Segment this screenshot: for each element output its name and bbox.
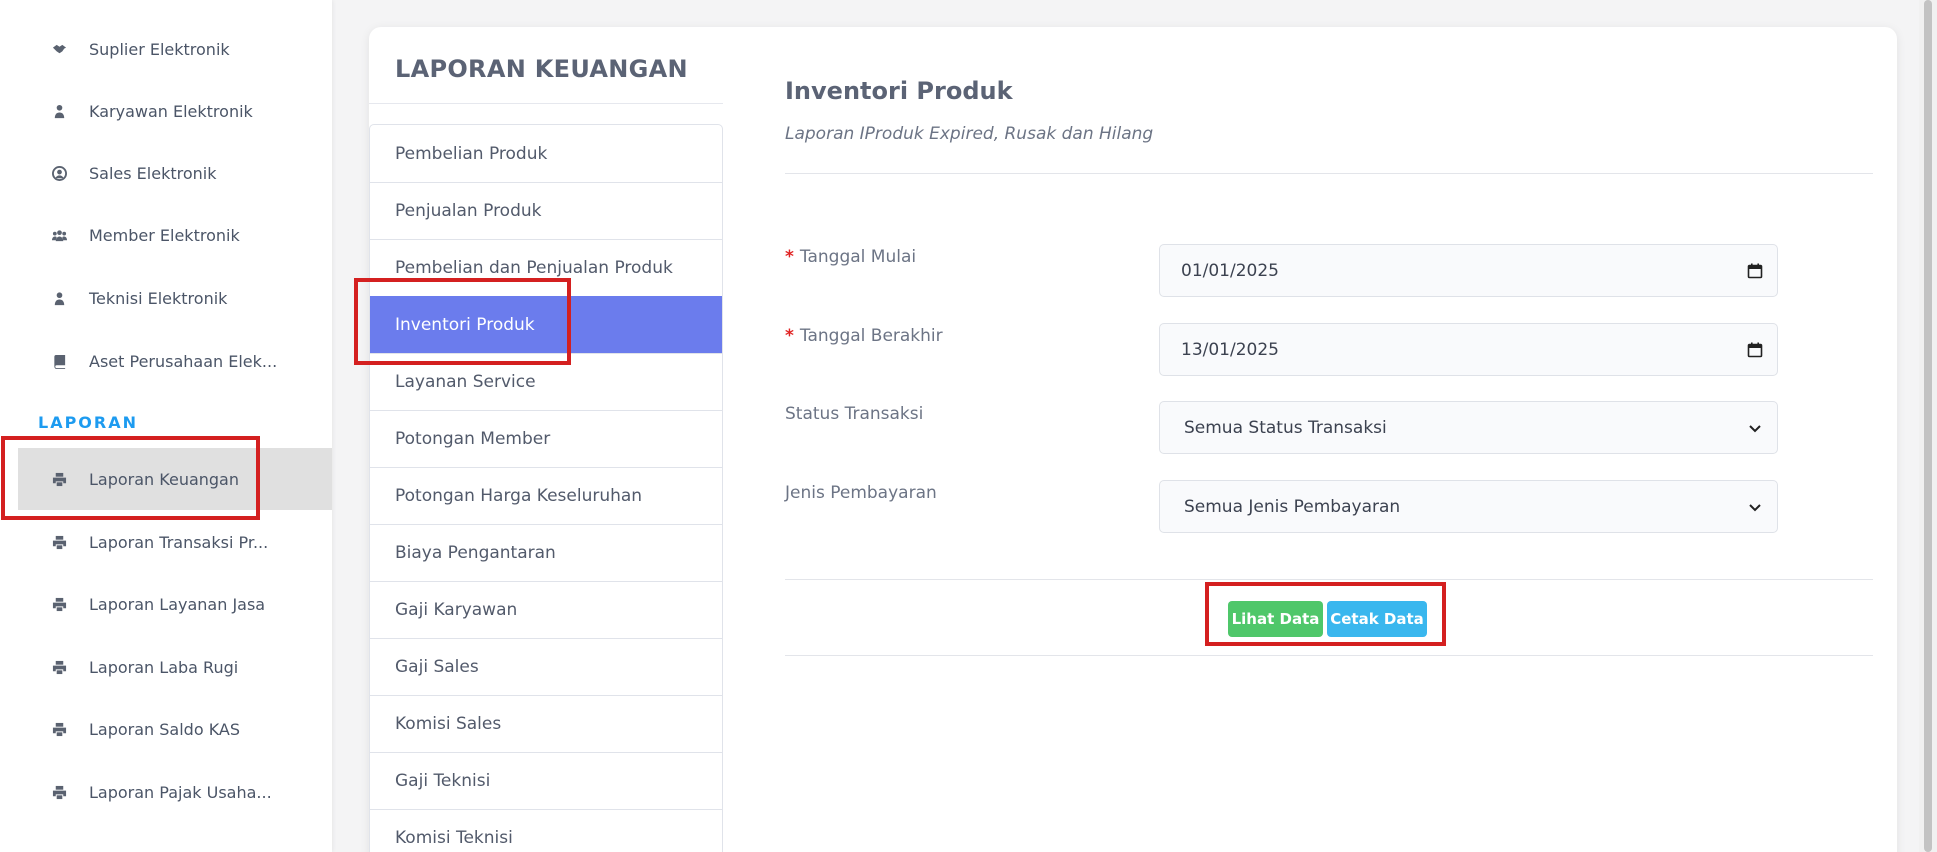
- card-title: LAPORAN KEUANGAN: [395, 55, 688, 83]
- handshake-icon: [48, 38, 70, 60]
- payment-value: Semua Jenis Pembayaran: [1184, 496, 1401, 517]
- report-item-gaji-teknisi[interactable]: Gaji Teknisi: [370, 752, 722, 809]
- sidebar-item-suplier[interactable]: Suplier Elektronik: [18, 18, 332, 80]
- printer-icon: [48, 656, 70, 678]
- end-date-label: * Tanggal Berakhir: [785, 326, 943, 346]
- start-date-label: * Tanggal Mulai: [785, 247, 917, 267]
- end-date-input[interactable]: 13/01/2025: [1159, 323, 1778, 376]
- payment-select[interactable]: Semua Jenis Pembayaran: [1159, 480, 1778, 533]
- report-item-potongan-member[interactable]: Potongan Member: [370, 410, 722, 467]
- divider: [369, 103, 723, 104]
- sidebar-item-label: Laporan Layanan Jasa: [89, 594, 266, 614]
- user-tie-icon: [48, 100, 70, 122]
- sidebar-item-laporan-transaksi[interactable]: Laporan Transaksi Pr...: [18, 511, 332, 573]
- sidebar-item-label: Aset Perusahaan Elek...: [89, 351, 278, 371]
- sidebar-item-laporan-laba-rugi[interactable]: Laporan Laba Rugi: [18, 636, 332, 698]
- panel-subtitle: Laporan IProduk Expired, Rusak dan Hilan…: [785, 124, 1154, 144]
- sidebar-item-label: Laporan Transaksi Pr...: [89, 532, 269, 552]
- sidebar-item-label: Teknisi Elektronik: [89, 288, 228, 308]
- report-item-biaya-pengantaran[interactable]: Biaya Pengantaran: [370, 524, 722, 581]
- divider: [785, 655, 1873, 656]
- divider: [785, 579, 1873, 580]
- sidebar-item-sales[interactable]: Sales Elektronik: [18, 142, 332, 204]
- printer-icon: [48, 718, 70, 740]
- report-item-gaji-sales[interactable]: Gaji Sales: [370, 638, 722, 695]
- start-date-input[interactable]: 01/01/2025: [1159, 244, 1778, 297]
- divider: [785, 173, 1873, 174]
- sidebar-item-label: Sales Elektronik: [89, 163, 217, 183]
- status-value: Semua Status Transaksi: [1184, 417, 1387, 438]
- report-item-penjualan-produk[interactable]: Penjualan Produk: [370, 182, 722, 239]
- payment-label: Jenis Pembayaran: [785, 483, 937, 503]
- report-card: LAPORAN KEUANGAN Pembelian Produk Penjua…: [369, 27, 1897, 852]
- sidebar-item-label: Member Elektronik: [89, 225, 240, 245]
- calendar-icon[interactable]: [1747, 263, 1763, 279]
- sidebar-section-heading: LAPORAN: [38, 413, 138, 432]
- sidebar-item-laporan-pajak[interactable]: Laporan Pajak Usaha...: [18, 761, 332, 823]
- highlight-box: [1205, 582, 1446, 646]
- sidebar-item-karyawan[interactable]: Karyawan Elektronik: [18, 80, 332, 142]
- chevron-down-icon: [1749, 424, 1761, 432]
- users-icon: [48, 224, 70, 246]
- printer-icon: [48, 531, 70, 553]
- sidebar-item-aset[interactable]: Aset Perusahaan Elek...: [18, 330, 332, 392]
- start-date-value: 01/01/2025: [1181, 260, 1279, 281]
- end-date-value: 13/01/2025: [1181, 339, 1279, 360]
- sidebar-item-laporan-layanan-jasa[interactable]: Laporan Layanan Jasa: [18, 573, 332, 635]
- report-item-gaji-karyawan[interactable]: Gaji Karyawan: [370, 581, 722, 638]
- report-item-komisi-teknisi[interactable]: Komisi Teknisi: [370, 809, 722, 852]
- status-label: Status Transaksi: [785, 404, 924, 424]
- sidebar-item-teknisi[interactable]: Teknisi Elektronik: [18, 267, 332, 329]
- status-select[interactable]: Semua Status Transaksi: [1159, 401, 1778, 454]
- user-icon: [48, 287, 70, 309]
- scrollbar-thumb[interactable]: [1924, 0, 1932, 852]
- sidebar-item-label: Suplier Elektronik: [89, 39, 230, 59]
- calendar-icon[interactable]: [1747, 342, 1763, 358]
- report-item-potongan-harga[interactable]: Potongan Harga Keseluruhan: [370, 467, 722, 524]
- report-list: Pembelian Produk Penjualan Produk Pembel…: [369, 124, 723, 852]
- required-mark: *: [785, 247, 794, 267]
- sidebar-item-member[interactable]: Member Elektronik: [18, 204, 332, 266]
- printer-icon: [48, 593, 70, 615]
- scrollbar[interactable]: [1919, 0, 1937, 852]
- sidebar-item-laporan-saldo-kas[interactable]: Laporan Saldo KAS: [18, 698, 332, 760]
- chevron-down-icon: [1749, 503, 1761, 511]
- highlight-box: [354, 278, 571, 365]
- highlight-box: [1, 436, 260, 520]
- printer-icon: [48, 781, 70, 803]
- sidebar-item-label: Karyawan Elektronik: [89, 101, 253, 121]
- sidebar-item-label: Laporan Laba Rugi: [89, 657, 239, 677]
- book-icon: [48, 350, 70, 372]
- panel-title: Inventori Produk: [785, 77, 1013, 105]
- user-circle-icon: [48, 162, 70, 184]
- report-item-komisi-sales[interactable]: Komisi Sales: [370, 695, 722, 752]
- sidebar-item-label: Laporan Saldo KAS: [89, 719, 241, 739]
- sidebar-item-label: Laporan Pajak Usaha...: [89, 782, 272, 802]
- sidebar: Suplier Elektronik Karyawan Elektronik S…: [0, 0, 332, 852]
- report-item-pembelian-produk[interactable]: Pembelian Produk: [370, 125, 722, 182]
- required-mark: *: [785, 326, 794, 346]
